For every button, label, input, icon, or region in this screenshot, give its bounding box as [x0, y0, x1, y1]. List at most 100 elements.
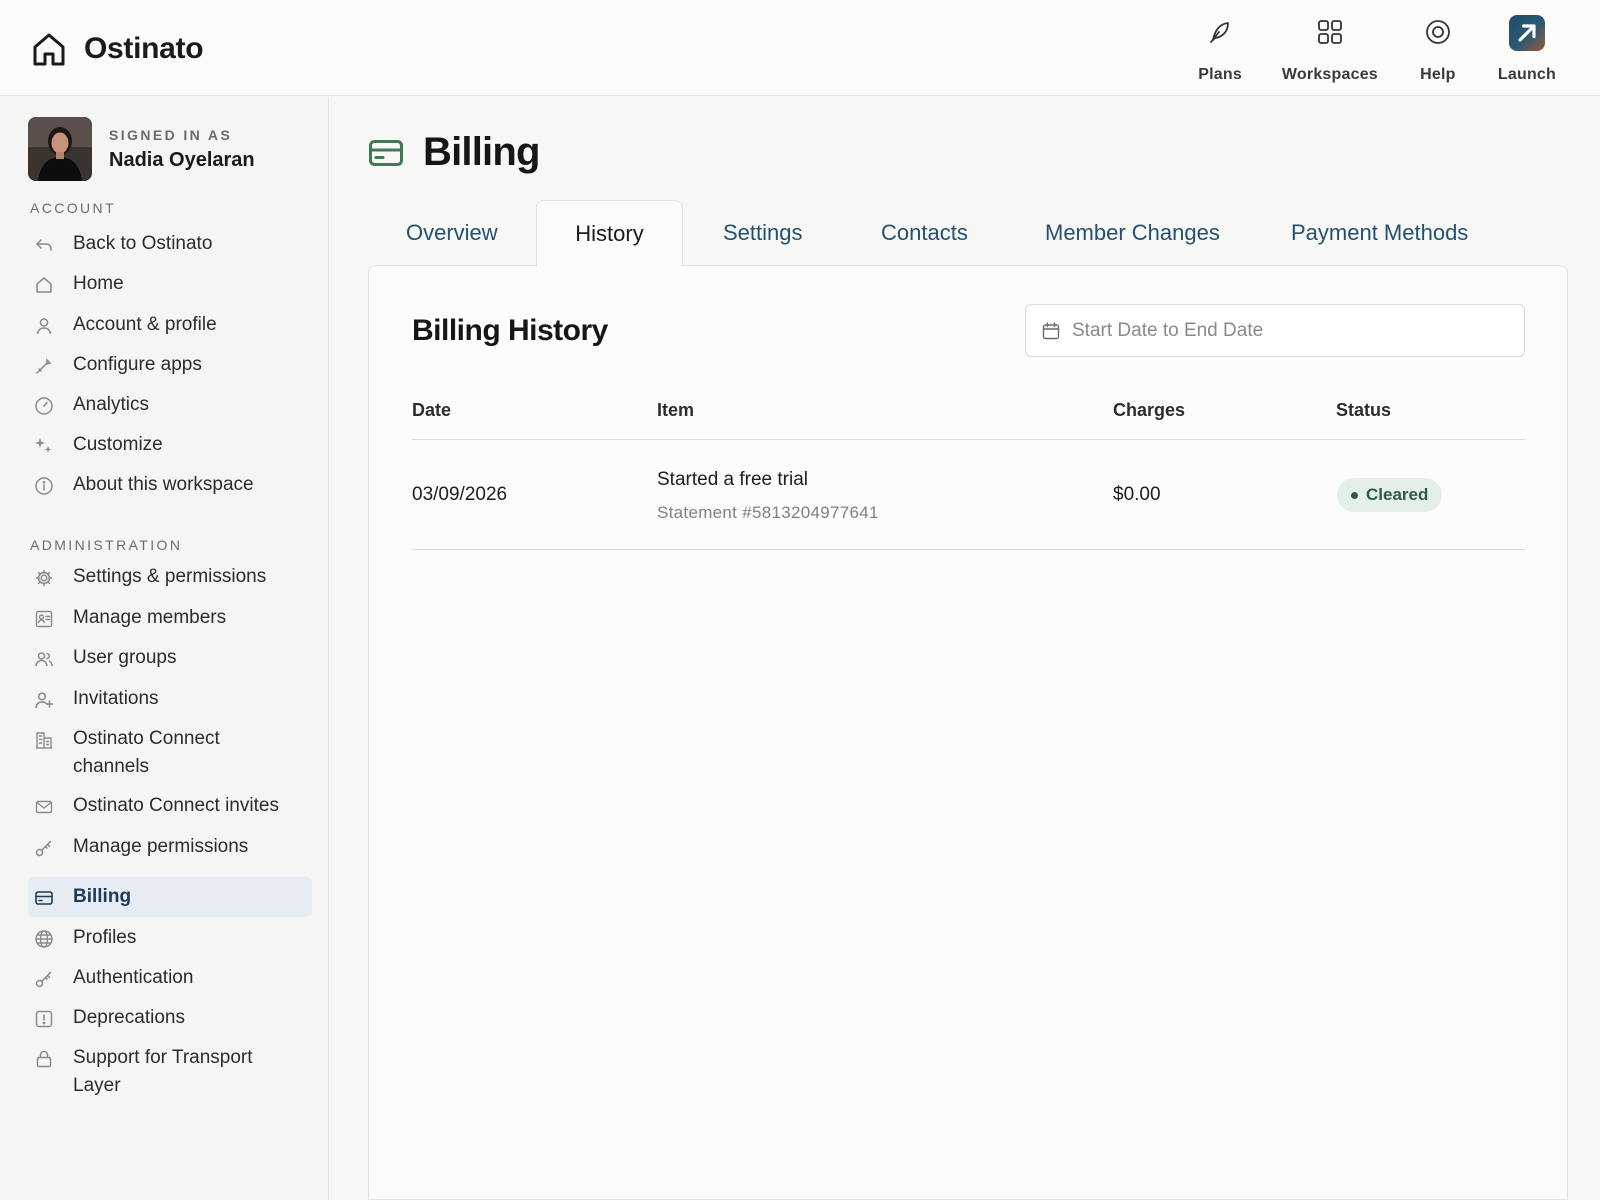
- back-arrow-icon: [34, 235, 54, 255]
- brand[interactable]: Ostinato: [30, 30, 204, 68]
- user-name: Nadia Oyelaran: [109, 148, 255, 171]
- sidebar-item-manage-permissions[interactable]: Manage permissions: [28, 836, 312, 877]
- globe-icon: [34, 929, 54, 949]
- row-item-title: Started a free trial: [657, 469, 809, 490]
- sidebar-item-account-profile[interactable]: Account & profile: [28, 314, 312, 355]
- column-header-status[interactable]: Status: [1336, 400, 1391, 421]
- date-range-field[interactable]: [1025, 304, 1525, 357]
- administration-nav: Settings & permissions Manage members Us…: [28, 566, 312, 1108]
- sidebar-item-label: Ostinato Connect channels: [73, 728, 220, 777]
- gear-icon: [34, 568, 54, 588]
- sidebar-item-configure-apps[interactable]: Configure apps: [28, 354, 312, 395]
- launch-label: Launch: [1497, 66, 1556, 83]
- buildings-icon: [34, 730, 54, 750]
- signed-in-user: SIGNED IN AS Nadia Oyelaran: [28, 117, 255, 181]
- launch-arrow-icon: [1508, 15, 1545, 51]
- sidebar-item-label: Authentication: [73, 967, 194, 988]
- top-bar: Ostinato Plans Workspaces Help Launch: [0, 0, 1600, 96]
- sidebar-item-label: Invitations: [73, 688, 159, 709]
- sidebar-item-about-workspace[interactable]: About this workspace: [28, 474, 312, 515]
- help-label: Help: [1420, 66, 1456, 83]
- sidebar-item-label: Manage members: [73, 607, 227, 628]
- key-icon: [34, 838, 54, 858]
- credit-card-icon: [369, 139, 403, 166]
- tab-history[interactable]: History: [536, 200, 683, 267]
- account-section-label: ACCOUNT: [30, 200, 117, 216]
- sidebar-item-settings-permissions[interactable]: Settings & permissions: [28, 566, 312, 608]
- tab-payment-methods[interactable]: Payment Methods: [1254, 200, 1494, 266]
- account-nav: Back to Ostinato Home Account & profile …: [28, 233, 312, 515]
- home-icon: [34, 275, 54, 295]
- sidebar-item-label: Home: [73, 273, 124, 294]
- sidebar-item-back[interactable]: Back to Ostinato: [28, 233, 312, 274]
- sidebar-item-label: User groups: [73, 647, 177, 668]
- sidebar-item-label: Deprecations: [73, 1007, 185, 1028]
- help-button[interactable]: Help: [1398, 12, 1478, 84]
- alert-square-icon: [34, 1009, 54, 1029]
- row-date: 03/09/2026: [412, 484, 508, 505]
- launch-button[interactable]: Launch: [1478, 12, 1576, 84]
- calendar-icon: [1042, 321, 1060, 339]
- sidebar-item-connect-channels[interactable]: Ostinato Connect channels: [28, 728, 312, 796]
- sidebar-item-profiles[interactable]: Profiles: [28, 917, 312, 958]
- avatar: [28, 117, 92, 181]
- status-label: Cleared: [1366, 485, 1429, 504]
- column-header-item[interactable]: Item: [657, 400, 694, 421]
- billing-history-table: Date Item Charges Status 03/09/2026 Star…: [412, 376, 1525, 550]
- date-range-input[interactable]: [1072, 319, 1492, 342]
- row-statement-number: Statement #5813204977641: [657, 503, 879, 522]
- lock-icon: [34, 1049, 54, 1069]
- sidebar-item-transport-layer[interactable]: Support for Transport Layer: [28, 1038, 312, 1108]
- tab-settings[interactable]: Settings: [683, 200, 843, 266]
- sparkle-icon: [34, 436, 54, 456]
- sidebar-item-label: Settings & permissions: [73, 566, 267, 587]
- sidebar-item-label: Customize: [73, 434, 163, 455]
- gauge-icon: [34, 396, 54, 416]
- row-charges: $0.00: [1113, 484, 1161, 505]
- sidebar-item-billing[interactable]: Billing: [28, 877, 312, 917]
- tab-member-changes[interactable]: Member Changes: [1006, 200, 1254, 266]
- sidebar-item-deprecations[interactable]: Deprecations: [28, 998, 312, 1038]
- help-ring-icon: [1418, 12, 1458, 52]
- billing-tabs: Overview History Settings Contacts Membe…: [368, 200, 1494, 267]
- sidebar-item-home[interactable]: Home: [28, 273, 312, 315]
- sidebar-item-manage-members[interactable]: Manage members: [28, 607, 312, 648]
- plans-button[interactable]: Plans: [1178, 12, 1262, 84]
- sidebar-item-user-groups[interactable]: User groups: [28, 647, 312, 689]
- users-icon: [34, 649, 54, 669]
- tab-contacts[interactable]: Contacts: [843, 200, 1006, 266]
- workspaces-label: Workspaces: [1281, 66, 1378, 83]
- sidebar-item-invitations[interactable]: Invitations: [28, 688, 312, 729]
- signed-in-label: SIGNED IN AS: [109, 126, 233, 143]
- tab-overview[interactable]: Overview: [368, 200, 536, 266]
- sidebar-item-connect-invites[interactable]: Ostinato Connect invites: [28, 795, 312, 837]
- page-title: Billing: [423, 130, 540, 174]
- person-icon: [34, 316, 54, 336]
- column-header-date[interactable]: Date: [412, 400, 451, 421]
- sidebar-item-label: Manage permissions: [73, 836, 249, 857]
- status-badge: Cleared: [1337, 478, 1443, 512]
- sidebar-item-label: Profiles: [73, 927, 137, 948]
- table-row[interactable]: 03/09/2026 Started a free trial Statemen…: [412, 440, 1525, 550]
- sidebar-item-customize[interactable]: Customize: [28, 434, 312, 475]
- sidebar-item-label: Support for Transport Layer: [73, 1047, 253, 1096]
- column-header-charges[interactable]: Charges: [1113, 400, 1185, 421]
- sidebar: SIGNED IN AS Nadia Oyelaran ACCOUNT Back…: [0, 97, 329, 1200]
- app-name: Ostinato: [84, 32, 204, 65]
- person-add-icon: [34, 690, 54, 710]
- table-header: Date Item Charges Status: [412, 376, 1525, 440]
- sidebar-item-label: Analytics: [73, 394, 150, 415]
- sidebar-item-label: Back to Ostinato: [73, 233, 213, 254]
- sidebar-item-analytics[interactable]: Analytics: [28, 394, 312, 435]
- key-icon: [34, 969, 54, 989]
- row-item: Started a free trial Statement #58132049…: [657, 469, 879, 523]
- sidebar-item-label: Billing: [73, 886, 132, 907]
- envelope-icon: [34, 797, 54, 817]
- sidebar-item-authentication[interactable]: Authentication: [28, 958, 312, 998]
- workspaces-button[interactable]: Workspaces: [1262, 12, 1398, 84]
- wand-icon: [34, 356, 54, 376]
- page-header: Billing: [369, 130, 540, 175]
- sidebar-item-label: Account & profile: [73, 314, 217, 335]
- id-card-icon: [34, 609, 54, 629]
- top-nav: Plans Workspaces Help Launch: [1178, 12, 1576, 84]
